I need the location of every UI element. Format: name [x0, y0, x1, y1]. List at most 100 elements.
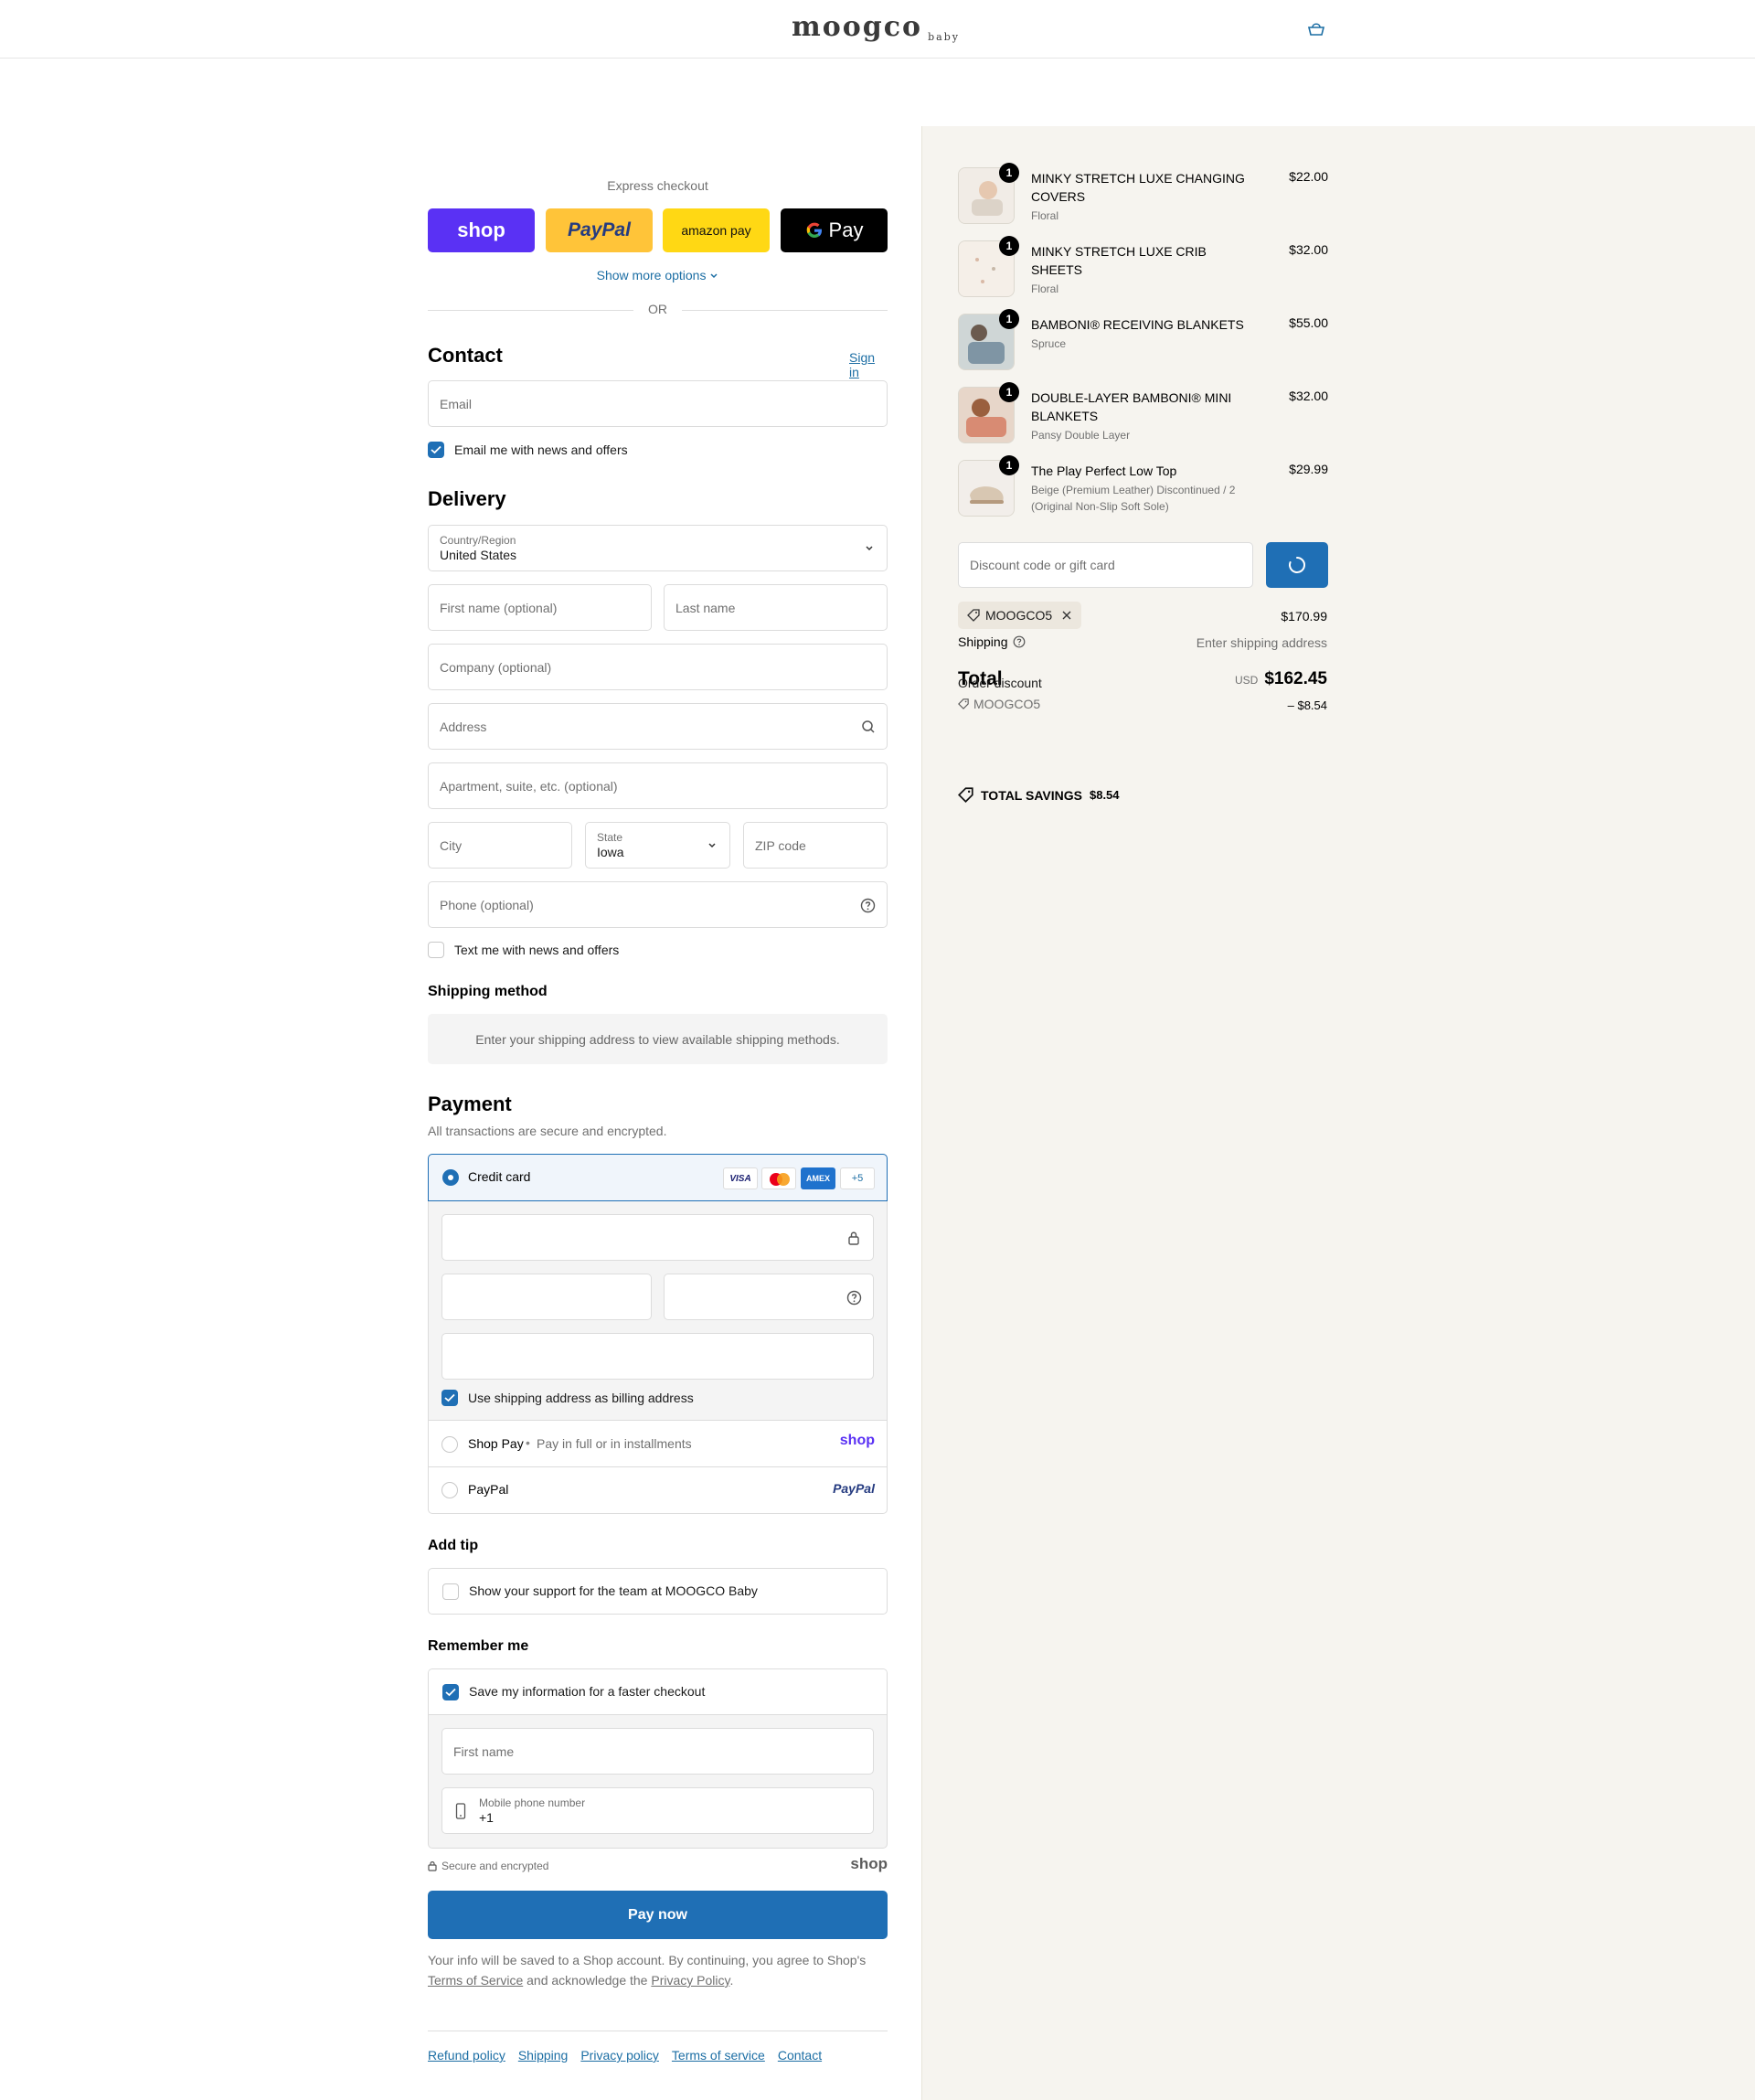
show-more-options-label: Show more options — [596, 268, 707, 282]
order-discount-code-label: MOOGCO5 — [973, 697, 1041, 711]
state-select[interactable]: State Iowa — [585, 822, 730, 869]
bag-icon[interactable] — [1306, 22, 1326, 37]
amex-icon: AMEX — [801, 1167, 835, 1189]
email-news-checkbox-row[interactable]: Email me with news and offers — [428, 442, 628, 458]
add-tip-heading: Add tip — [428, 1538, 479, 1553]
brand-logo[interactable]: moogco baby — [792, 11, 962, 46]
help-circle-icon[interactable] — [846, 1290, 862, 1306]
contact-heading: Contact — [428, 344, 503, 367]
shipping-value: Enter shipping address — [1196, 635, 1327, 650]
pay-now-label: Pay now — [628, 1906, 687, 1923]
security-code-field[interactable] — [664, 1274, 874, 1320]
mobile-phone-value: +1 — [479, 1809, 494, 1825]
google-pay-express-button[interactable]: Pay — [781, 208, 888, 252]
product-thumbnail: 1 — [958, 163, 1019, 224]
last-name-field[interactable]: Last name — [664, 584, 888, 631]
email-news-checkbox[interactable] — [428, 442, 444, 458]
sign-in-link[interactable]: Sign in — [849, 350, 888, 379]
state-value: Iowa — [597, 844, 624, 859]
shop-pay-option[interactable]: Shop Pay • Pay in full or in installment… — [428, 1422, 888, 1467]
shop-pay-logo: shop — [457, 219, 505, 241]
product-variant: Floral — [1031, 209, 1059, 222]
zip-field[interactable]: ZIP code — [743, 822, 888, 869]
remember-first-name-field[interactable]: First name — [441, 1728, 874, 1775]
address-field[interactable]: Address — [428, 703, 888, 750]
mobile-phone-icon — [455, 1803, 466, 1819]
tip-option[interactable]: Show your support for the team at MOOGCO… — [428, 1568, 888, 1615]
name-on-card-field[interactable] — [441, 1333, 874, 1380]
credit-card-option[interactable]: Credit card VISA AMEX +5 — [428, 1154, 888, 1201]
summary-line-item: 1 BAMBONI® RECEIVING BLANKETS Spruce $55.… — [958, 309, 1328, 374]
paypal-option[interactable]: PayPal PayPal — [428, 1467, 888, 1513]
pay-now-button[interactable]: Pay now — [428, 1891, 888, 1939]
shipping-row-label: Shipping — [958, 634, 1026, 649]
mobile-phone-label: Mobile phone number — [479, 1796, 586, 1809]
secure-note: Secure and encrypted — [428, 1860, 548, 1872]
save-info-label: Save my information for a faster checkou… — [469, 1684, 706, 1699]
help-circle-icon[interactable] — [860, 898, 876, 913]
tip-checkbox[interactable] — [442, 1583, 459, 1600]
payment-heading: Payment — [428, 1093, 512, 1115]
quantity-badge: 1 — [999, 236, 1019, 256]
text-news-checkbox-row[interactable]: Text me with news and offers — [428, 942, 619, 958]
footer-privacy-policy-link[interactable]: Privacy policy — [580, 2048, 659, 2063]
delivery-heading: Delivery — [428, 487, 506, 510]
company-field[interactable]: Company (optional) — [428, 644, 888, 690]
card-number-field[interactable] — [441, 1214, 874, 1261]
shop-pay-express-button[interactable]: shop — [428, 208, 535, 252]
total-savings-value: $8.54 — [1089, 788, 1120, 802]
save-info-checkbox[interactable] — [442, 1684, 459, 1700]
total-value: $162.45 — [1264, 669, 1327, 688]
total-currency: USD — [1234, 674, 1259, 687]
footer-terms-link[interactable]: Terms of service — [672, 2048, 765, 2063]
shop-logo: shop — [850, 1855, 888, 1872]
phone-field[interactable]: Phone (optional) — [428, 881, 888, 928]
country-select[interactable]: Country/Region United States — [428, 525, 888, 571]
legal-text-1: Your info will be saved to a Shop accoun… — [428, 1953, 867, 1967]
first-name-placeholder: First name (optional) — [440, 600, 558, 615]
expiration-date-field[interactable] — [441, 1274, 652, 1320]
shop-pay-radio[interactable] — [441, 1436, 458, 1453]
apartment-field[interactable]: Apartment, suite, etc. (optional) — [428, 762, 888, 809]
terms-of-service-link[interactable]: Terms of Service — [428, 1973, 523, 1988]
legal-text: Your info will be saved to a Shop accoun… — [428, 1950, 888, 1990]
show-more-options-link[interactable]: Show more options — [428, 268, 888, 282]
more-cards-label: +5 — [851, 1173, 864, 1184]
legal-text-3: . — [729, 1973, 734, 1988]
credit-card-form: Use shipping address as billing address — [429, 1201, 887, 1421]
credit-card-radio[interactable] — [442, 1169, 459, 1186]
apply-discount-button[interactable] — [1266, 542, 1328, 588]
credit-card-label: Credit card — [468, 1169, 531, 1184]
quantity-badge: 1 — [999, 163, 1019, 183]
discount-code-placeholder: Discount code or gift card — [970, 558, 1115, 572]
quantity-badge: 1 — [999, 382, 1019, 402]
footer-refund-policy-link[interactable]: Refund policy — [428, 2048, 505, 2063]
billing-address-checkbox-row[interactable]: Use shipping address as billing address — [441, 1390, 694, 1406]
email-field[interactable]: Email — [428, 380, 888, 427]
close-icon[interactable] — [1061, 610, 1072, 621]
city-field[interactable]: City — [428, 822, 572, 869]
visa-label: VISA — [729, 1173, 751, 1184]
paypal-express-button[interactable]: PayPal — [546, 208, 653, 252]
header: moogco baby — [0, 0, 1755, 59]
text-news-checkbox[interactable] — [428, 942, 444, 958]
amazon-pay-express-button[interactable]: amazon pay — [663, 208, 770, 252]
paypal-label: PayPal — [468, 1482, 509, 1497]
paypal-radio[interactable] — [441, 1482, 458, 1498]
loading-spinner-icon — [1289, 557, 1305, 573]
first-name-field[interactable]: First name (optional) — [428, 584, 652, 631]
billing-address-checkbox[interactable] — [441, 1390, 458, 1406]
privacy-policy-link[interactable]: Privacy Policy — [651, 1973, 729, 1988]
footer-contact-link[interactable]: Contact — [778, 2048, 822, 2063]
mobile-phone-field[interactable]: Mobile phone number +1 — [441, 1787, 874, 1834]
help-circle-icon[interactable] — [1013, 635, 1026, 648]
last-name-placeholder: Last name — [675, 600, 736, 615]
summary-line-item: 1 The Play Perfect Low Top Beige (Premium… — [958, 455, 1328, 520]
secure-label: Secure and encrypted — [441, 1860, 549, 1872]
footer-shipping-link[interactable]: Shipping — [518, 2048, 569, 2063]
tip-label: Show your support for the team at MOOGCO… — [469, 1583, 758, 1598]
shop-pay-label: Shop Pay — [468, 1436, 524, 1451]
discount-code-field[interactable]: Discount code or gift card — [958, 542, 1253, 588]
save-info-row[interactable]: Save my information for a faster checkou… — [429, 1669, 887, 1715]
chevron-down-icon — [708, 842, 716, 847]
